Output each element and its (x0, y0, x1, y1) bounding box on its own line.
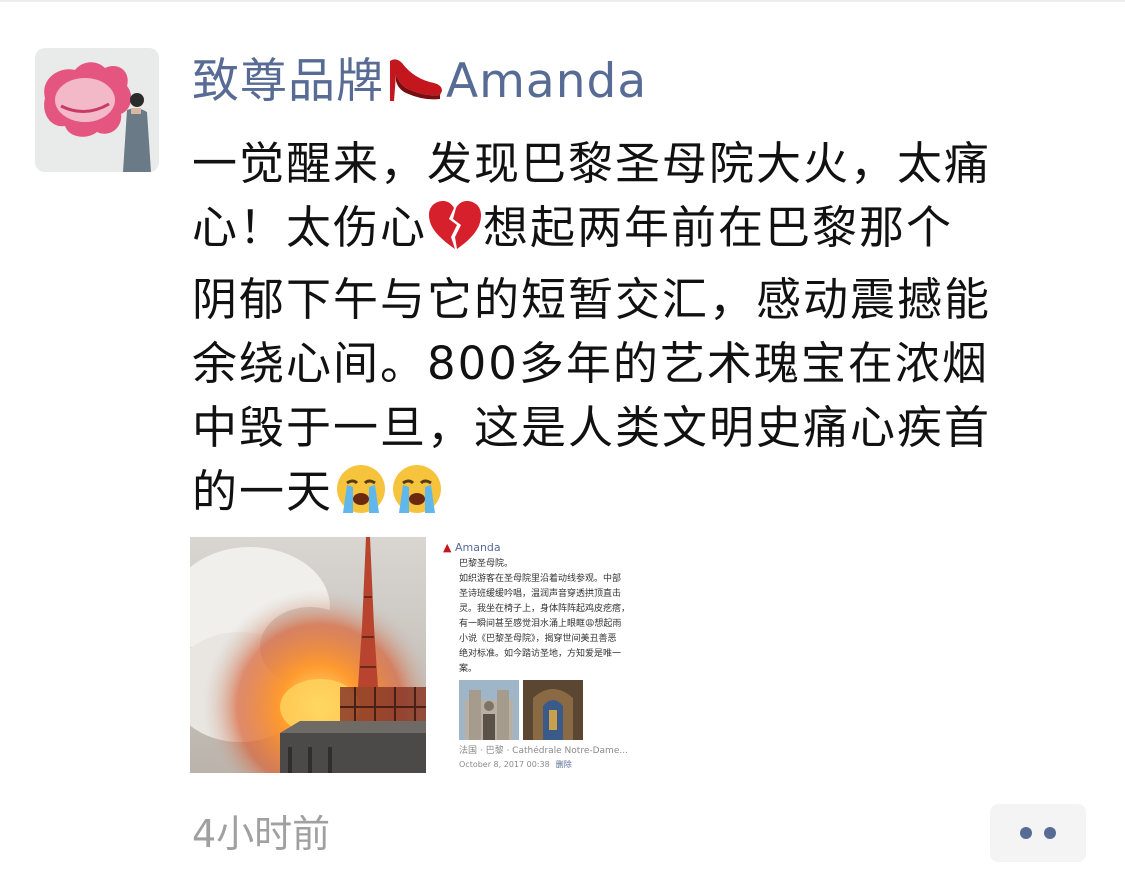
author-name-suffix: Amanda (446, 54, 648, 109)
author-name[interactable]: 致尊品牌 Amanda (192, 52, 647, 120)
loudly-crying-face-icon (389, 463, 445, 532)
cathedral-exterior-thumb (459, 680, 519, 740)
content-line: 阴郁下午与它的短暂交汇，感动震撼能 (192, 273, 992, 326)
cathedral-interior-thumb (523, 680, 583, 740)
content-line: 一觉醒来，发现巴黎圣母院大火，太痛 (192, 137, 992, 190)
content-line: 心！太伤心 想起两年前在巴黎那个 (192, 196, 1082, 268)
dot-icon (1044, 827, 1056, 839)
notre-dame-fire-photo[interactable] (190, 537, 426, 773)
broken-heart-icon (427, 199, 483, 268)
dot-icon (1020, 827, 1032, 839)
avatar[interactable] (35, 48, 159, 172)
high-heel-icon (386, 53, 444, 120)
screenshot-text: 巴黎圣母院。 如织游客在圣母院里沿着动线参观。中部 圣诗班缓缓吟唱，温润声音穿透… (459, 559, 631, 674)
loudly-crying-face-icon (333, 463, 389, 532)
screenshot-header: ▲ Amanda (443, 541, 501, 554)
screenshot-date: October 8, 2017 00:38 删除 (459, 760, 572, 769)
divider (0, 0, 1125, 2)
high-heel-icon: ▲ (443, 541, 452, 554)
screenshot-thumbnail[interactable]: ▲ Amanda 巴黎圣母院。 如织游客在圣母院里沿着动线参观。中部 圣诗班缓缓… (441, 537, 677, 773)
screenshot-location: 法国 · 巴黎 · Cathédrale Notre-Dame... (459, 746, 628, 756)
content-line: 余绕心间。800多年的艺术瑰宝在浓烟 (192, 337, 989, 390)
post-time: 4小时前 (192, 812, 331, 856)
content-line: 中毁于一旦，这是人类文明史痛心疾首 (192, 401, 992, 454)
more-actions-button[interactable] (990, 804, 1086, 862)
author-name-prefix: 致尊品牌 (192, 54, 384, 109)
content-line: 的一天 (192, 460, 1082, 532)
post-content: 一觉醒来，发现巴黎圣母院大火，太痛 心！太伤心 想起两年前在巴黎那个 阴郁下午与… (192, 132, 1082, 532)
